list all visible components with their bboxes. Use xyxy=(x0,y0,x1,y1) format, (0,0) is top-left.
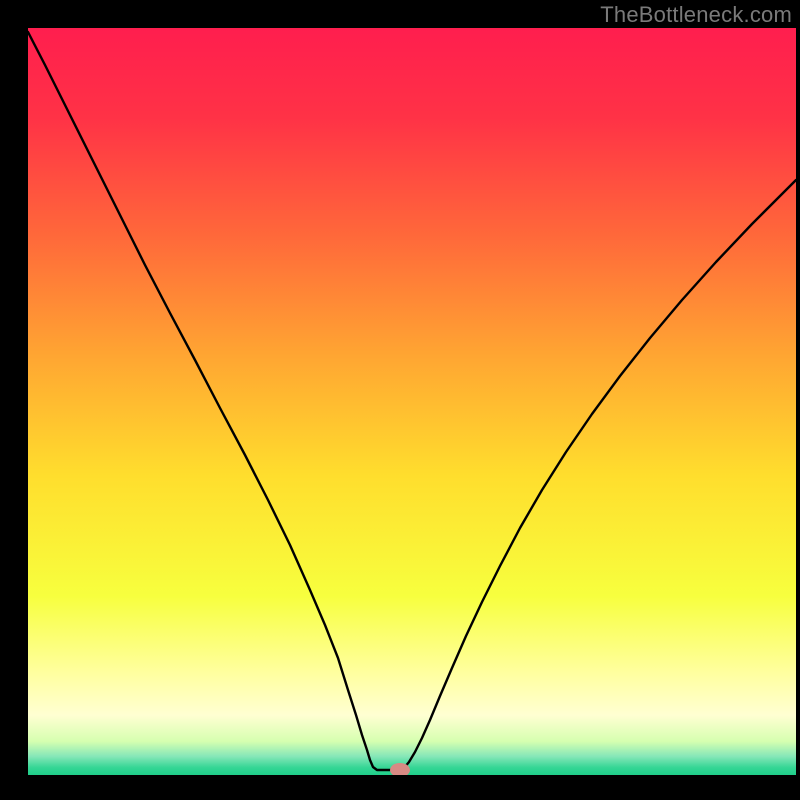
optimum-marker xyxy=(390,763,410,777)
watermark-text: TheBottleneck.com xyxy=(600,2,792,28)
bottleneck-chart xyxy=(0,0,800,800)
gradient-background xyxy=(28,28,796,775)
chart-frame: TheBottleneck.com xyxy=(0,0,800,800)
